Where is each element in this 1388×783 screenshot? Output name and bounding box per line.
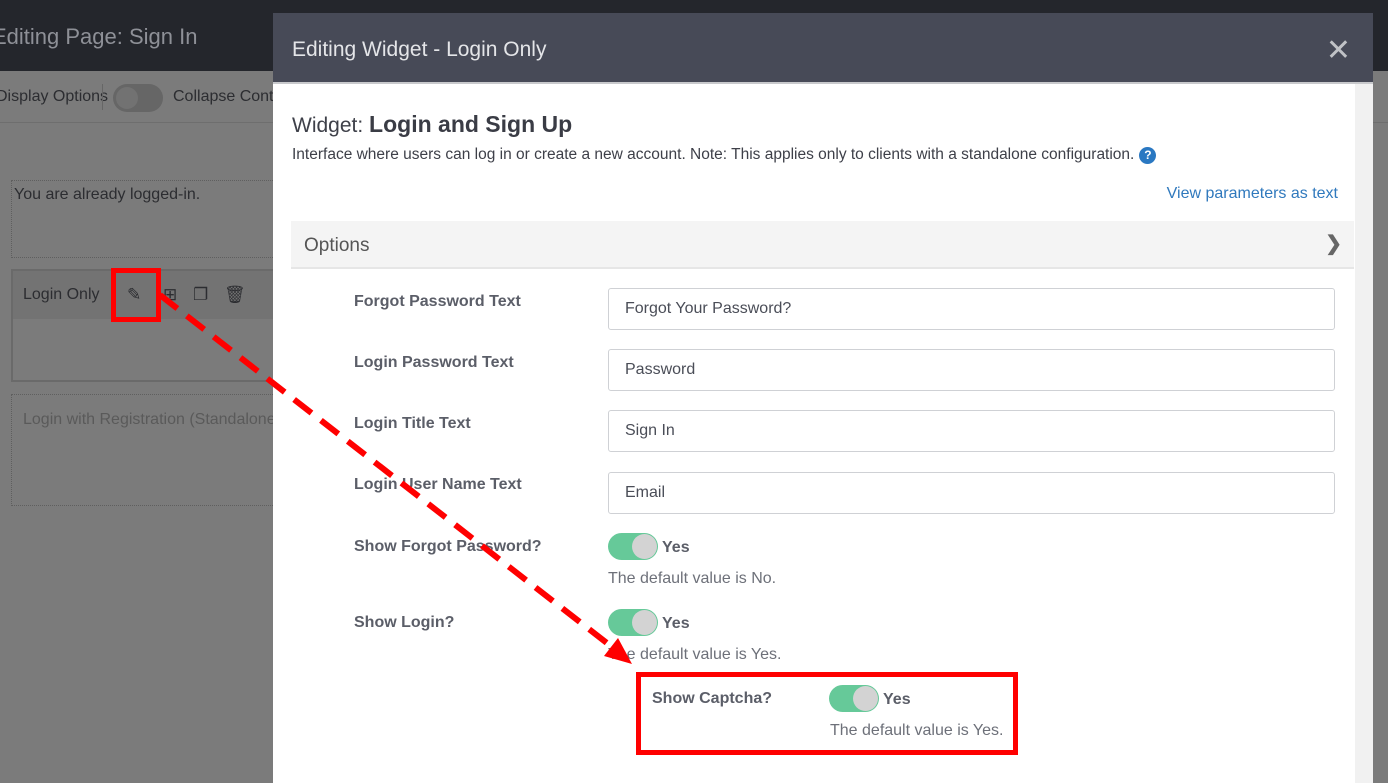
annotation-arrow [158,292,632,664]
arrow-line [158,292,614,650]
arrow-head-icon [604,638,632,664]
